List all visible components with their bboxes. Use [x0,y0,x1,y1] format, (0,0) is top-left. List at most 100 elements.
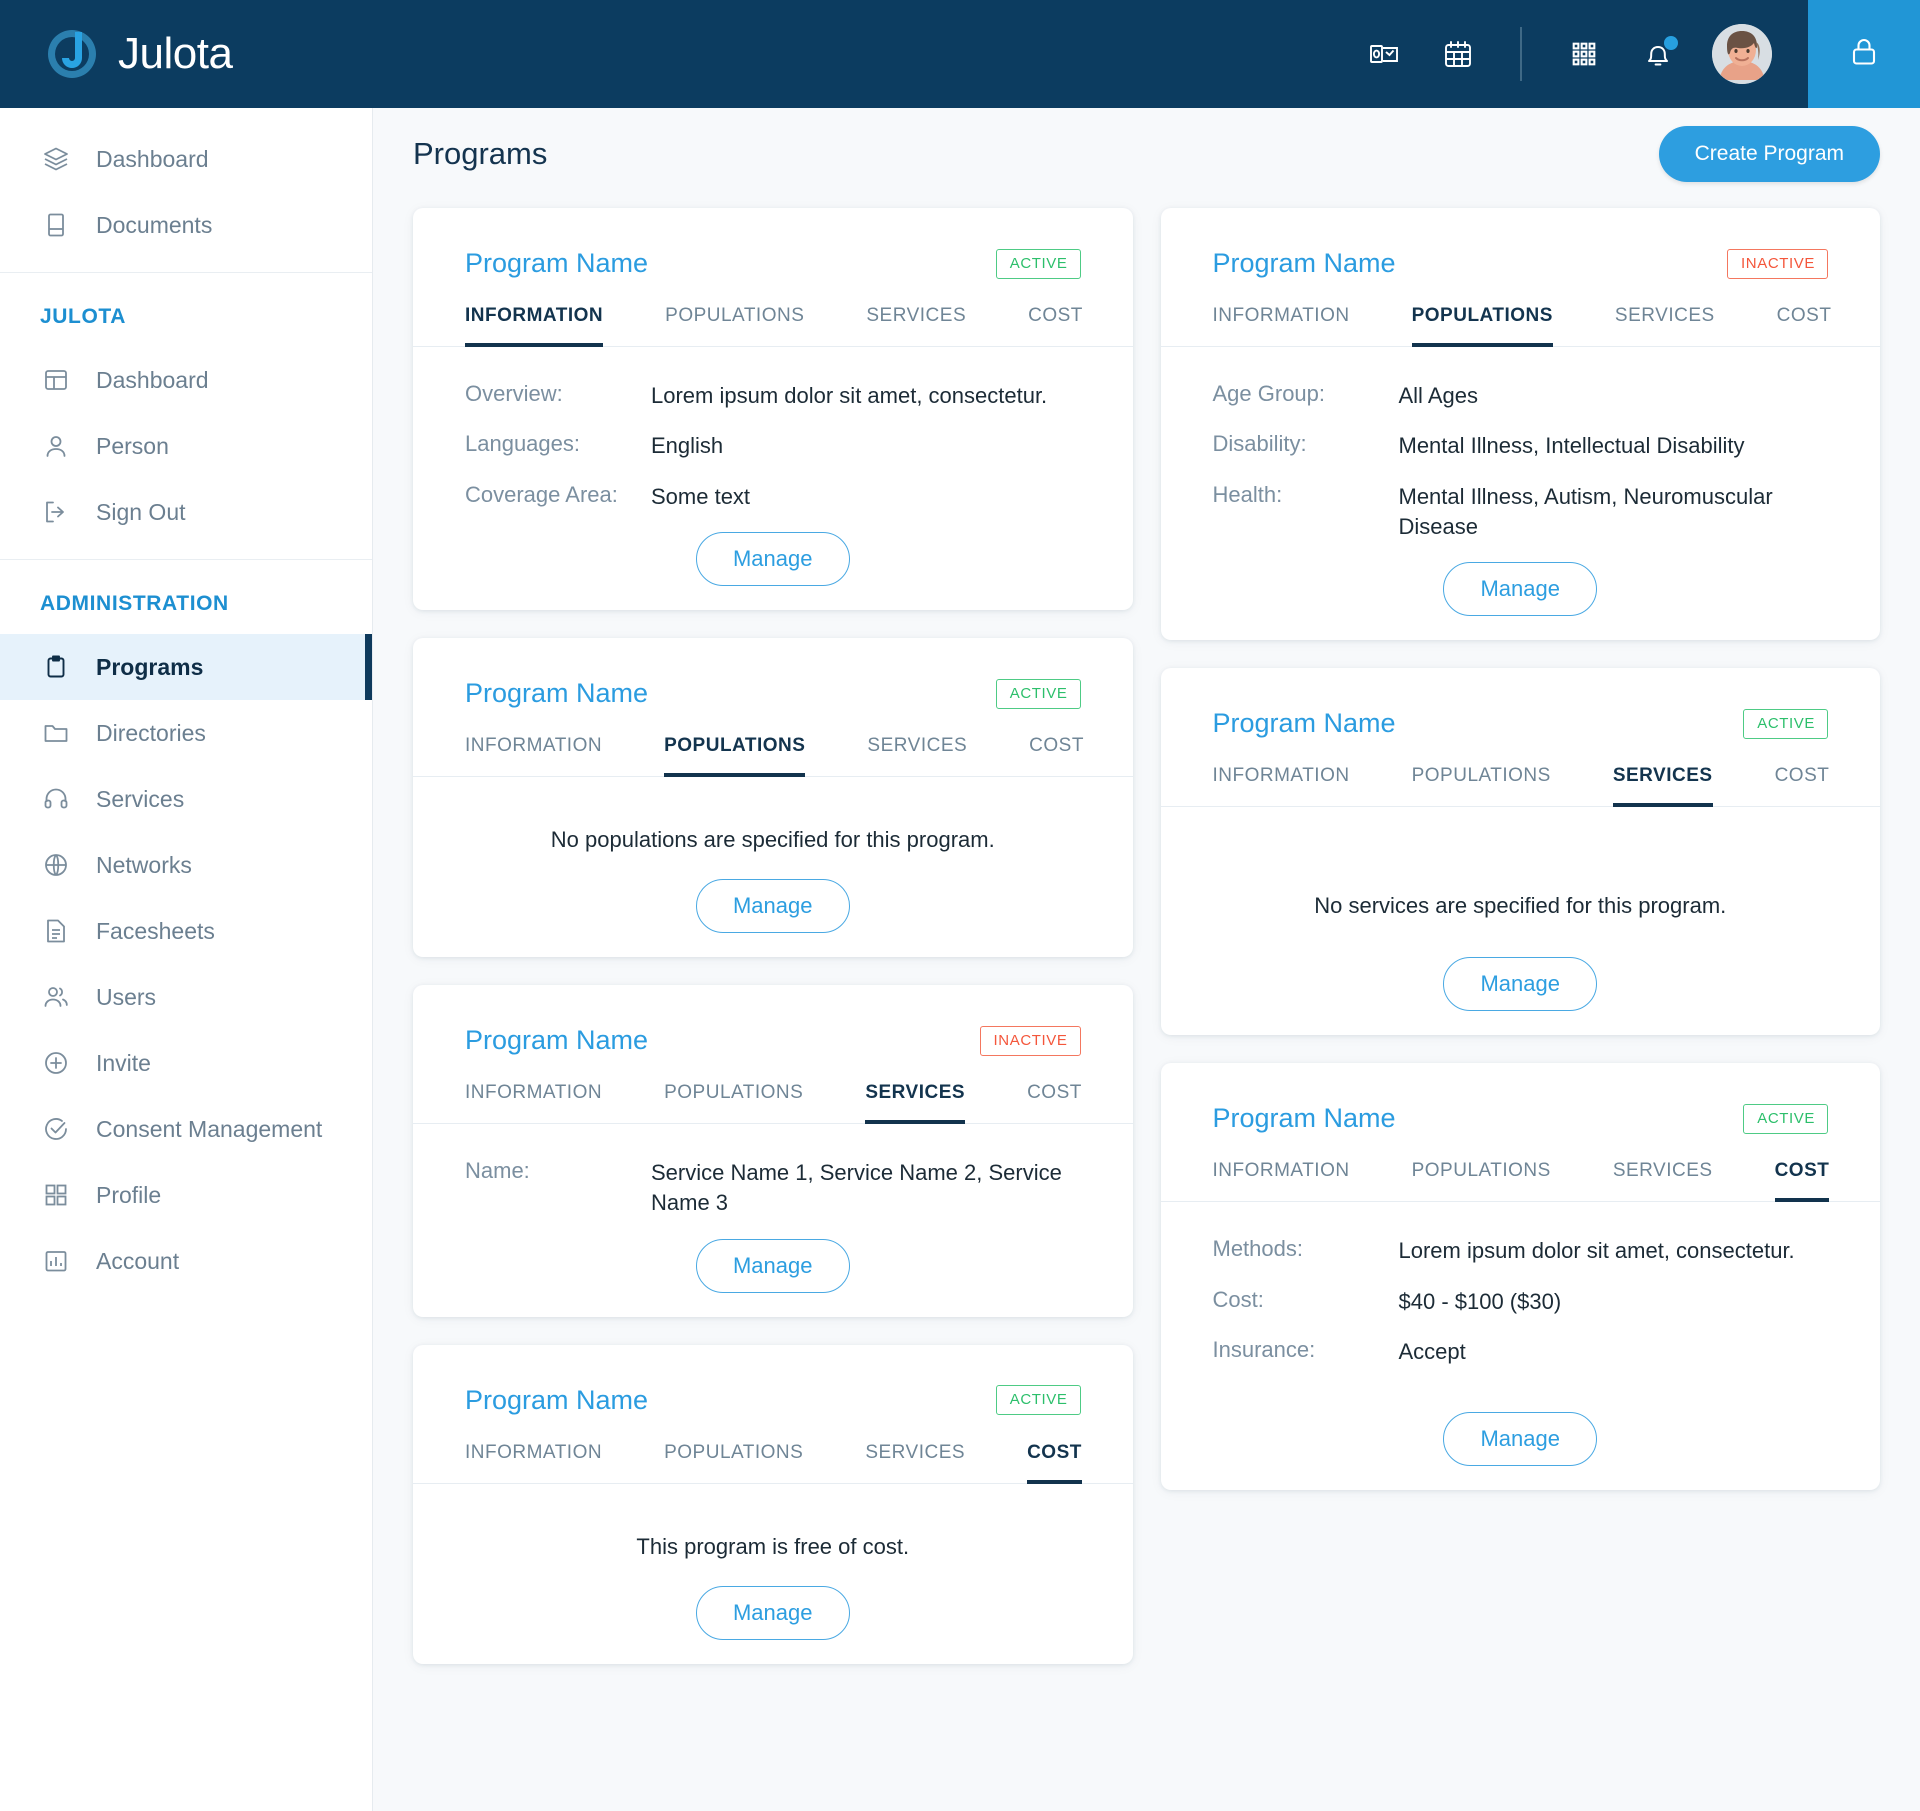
sidebar-item-services[interactable]: Services [0,766,372,832]
program-title[interactable]: Program Name [465,248,648,279]
detail-value: All Ages [1398,383,1479,408]
detail-value: Accept [1398,1339,1466,1365]
sidebar-item-person[interactable]: Person [0,413,372,479]
detail-key: Insurance: [1212,1337,1316,1363]
sidebar-item-julota-dashboard[interactable]: Dashboard [0,347,372,413]
apps-grid-icon[interactable] [1564,34,1604,74]
sidebar-item-documents[interactable]: Documents [0,192,372,258]
manage-button-wrap: Manage [1213,562,1829,617]
avatar[interactable] [1712,24,1772,84]
check-circle-icon [40,1113,72,1145]
sidebar-item-sign-out[interactable]: Sign Out [0,479,372,545]
empty-message: This program is free of cost. [636,1533,910,1559]
main-content: Programs Create Program Program Name ACTI… [373,108,1920,1811]
tab-services[interactable]: SERVICES [866,305,966,347]
tab-populations[interactable]: POPULATIONS [665,305,804,347]
tab-populations[interactable]: POPULATIONS [1412,1160,1551,1202]
tab-information[interactable]: INFORMATION [465,1442,602,1484]
detail-key: Name: [465,1158,530,1184]
tab-information[interactable]: INFORMATION [465,735,602,777]
tab-cost[interactable]: COST [1774,1160,1830,1203]
card-tabs: INFORMATION POPULATIONS SERVICES COST [413,305,1133,347]
sidebar-item-dashboard[interactable]: Dashboard [0,126,372,192]
card-tabs: INFORMATION POPULATIONS SERVICES COST [413,735,1133,778]
document-lines-icon [40,915,72,947]
tab-information[interactable]: INFORMATION [465,1082,602,1124]
sidebar-item-facesheets[interactable]: Facesheets [0,898,372,964]
card-body: No populations are specified for this pr… [413,777,1133,934]
manage-button-wrap: Manage [465,532,1081,587]
tab-populations[interactable]: POPULATIONS [664,1442,803,1484]
tab-populations[interactable]: POPULATIONS [1412,765,1551,807]
tab-cost[interactable]: COST [1027,1082,1082,1124]
julota-circle-j-logo-icon [44,26,100,82]
sidebar-group-julota: JULOTA Dashboard Person Sign Out [0,272,372,559]
sidebar-item-profile[interactable]: Profile [0,1162,372,1228]
manage-button-wrap: Manage [465,1585,1081,1640]
detail-value: $40 - $100 ($30) [1398,1288,1562,1314]
manage-button[interactable]: Manage [695,532,850,587]
create-program-button[interactable]: Create Program [1658,126,1880,182]
tab-cost[interactable]: COST [1028,305,1083,347]
sidebar-item-label: Networks [96,851,192,878]
tab-services[interactable]: SERVICES [1613,1160,1713,1202]
program-title[interactable]: Program Name [1213,708,1396,739]
tab-information[interactable]: INFORMATION [1213,305,1350,347]
program-title[interactable]: Program Name [1213,1103,1396,1134]
program-title[interactable]: Program Name [465,678,648,709]
sidebar-item-programs[interactable]: Programs [0,634,372,700]
tab-cost[interactable]: COST [1777,305,1832,347]
notification-dot [1664,36,1678,50]
manage-button[interactable]: Manage [1443,957,1597,1012]
sidebar-item-label: Directories [96,719,206,746]
detail-key: Overview: [465,381,563,406]
tab-services[interactable]: SERVICES [1615,305,1715,347]
program-title[interactable]: Program Name [465,1385,648,1416]
sidebar-group-label-julota: JULOTA [40,305,127,328]
detail-row: Disability: Mental Illness, Intellectual … [1213,431,1829,461]
calendar-icon[interactable] [1438,34,1478,74]
program-card: Program Name ACTIVE INFORMATION POPULATIONS… [413,208,1133,611]
tab-services[interactable]: SERVICES [1612,765,1713,808]
sidebar-item-directories[interactable]: Directories [0,700,372,766]
tab-services[interactable]: SERVICES [865,1442,965,1484]
brand[interactable]: Julota [0,26,373,82]
program-card: Program Name ACTIVE INFORMATION POPULATIONS… [413,638,1133,958]
sidebar-item-users[interactable]: Users [0,964,372,1030]
notifications-bell-icon[interactable] [1638,34,1678,74]
tab-cost[interactable]: COST [1775,765,1830,807]
outlook-icon[interactable] [1364,34,1404,74]
manage-button[interactable]: Manage [695,1585,850,1640]
manage-button[interactable]: Manage [695,879,850,934]
tab-services[interactable]: SERVICES [865,1082,966,1125]
sidebar-item-label: Programs [96,653,204,680]
manage-button[interactable]: Manage [695,1238,850,1293]
sign-out-icon [40,496,72,528]
detail-value: English [651,433,724,459]
detail-row: Cost: $40 - $100 ($30) [1213,1287,1829,1317]
program-title[interactable]: Program Name [1213,248,1396,279]
tab-information[interactable]: INFORMATION [1213,765,1350,807]
program-title[interactable]: Program Name [465,1025,648,1056]
sidebar-item-account[interactable]: Account [0,1228,372,1294]
tab-populations[interactable]: POPULATIONS [664,735,806,778]
sidebar-item-invite[interactable]: Invite [0,1030,372,1096]
status-badge: INACTIVE [979,1025,1081,1056]
tab-cost[interactable]: COST [1027,1442,1082,1484]
topbar-divider [1520,27,1522,81]
tab-populations[interactable]: POPULATIONS [1411,305,1553,347]
manage-button[interactable]: Manage [1443,562,1597,617]
sidebar-item-consent-management[interactable]: Consent Management [0,1096,372,1162]
tab-populations[interactable]: POPULATIONS [664,1082,803,1124]
lock-button[interactable] [1808,0,1920,108]
detail-key: Age Group: [1212,381,1326,406]
sidebar-item-networks[interactable]: Networks [0,832,372,898]
tab-cost[interactable]: COST [1029,735,1084,777]
tab-information[interactable]: INFORMATION [465,305,604,347]
tab-information[interactable]: INFORMATION [1213,1160,1350,1202]
detail-row: Name: Service Name 1, Service Name 2, Ser… [465,1158,1081,1219]
card-body: This program is free of cost. Manage [413,1484,1133,1640]
sidebar-item-label: Invite [96,1049,151,1076]
manage-button[interactable]: Manage [1443,1411,1597,1466]
tab-services[interactable]: SERVICES [867,735,967,777]
